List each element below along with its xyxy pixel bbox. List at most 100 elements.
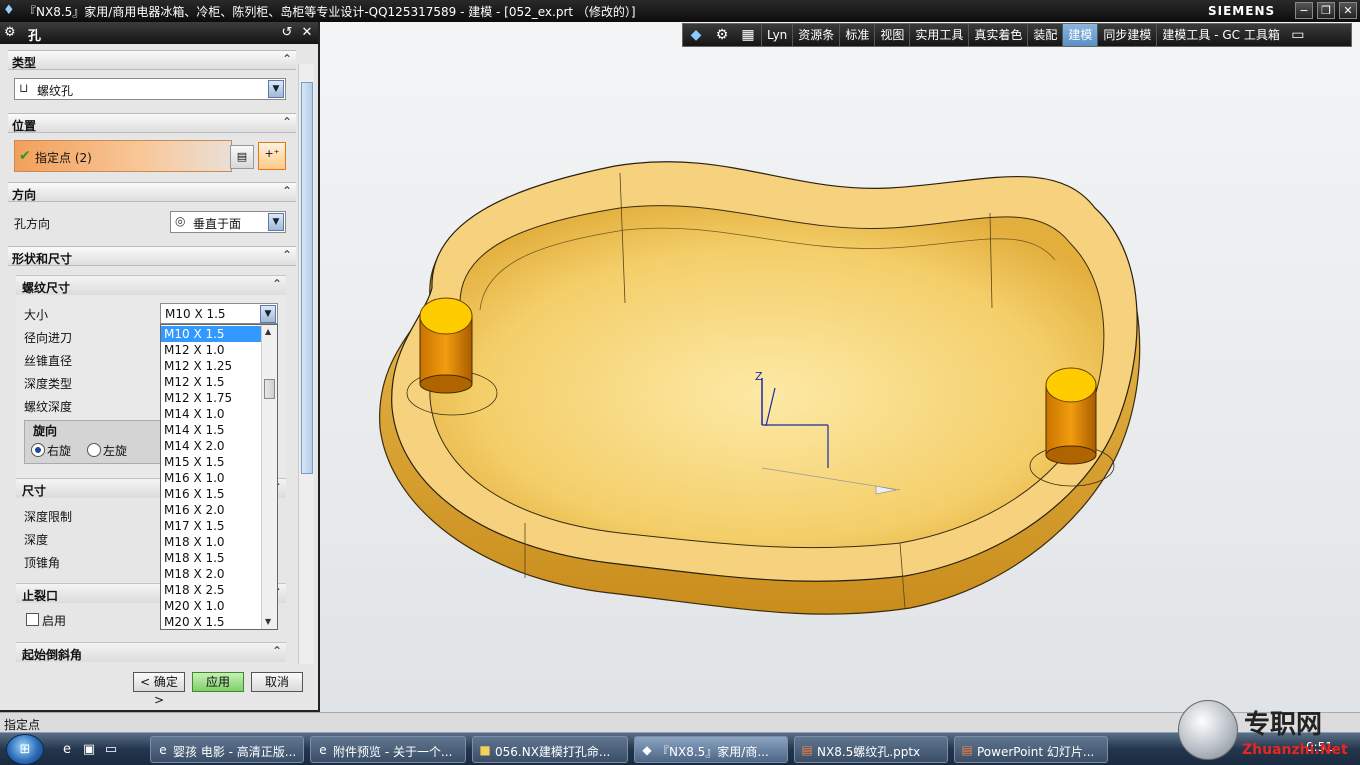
section-shape-label: 形状和尺寸 — [12, 252, 73, 266]
size-option[interactable]: M16 X 1.0 — [161, 470, 261, 486]
watermark-text: 专职网 — [1244, 710, 1323, 740]
size-option[interactable]: M16 X 2.0 — [161, 502, 261, 518]
dialog-scroll-thumb[interactable] — [301, 82, 313, 474]
axis-z-label: Z — [755, 370, 763, 383]
tab-gc-toolbox[interactable]: 建模工具 - GC 工具箱 — [1156, 24, 1284, 46]
minimize-button[interactable]: − — [1295, 2, 1313, 19]
size-option[interactable]: M18 X 2.5 — [161, 582, 261, 598]
subsection-start-chamfer[interactable]: 起始倒斜角 ⌃ — [16, 642, 286, 662]
task-item-movie[interactable]: e 婴孩 电影 - 高清正版... — [150, 736, 304, 763]
nx-logo-icon[interactable]: ◆ — [683, 24, 709, 46]
tab-resource-bar[interactable]: 资源条 — [792, 24, 839, 46]
tip-angle-label: 顶锥角 — [24, 556, 61, 570]
size-option[interactable]: M12 X 1.75 — [161, 390, 261, 406]
chevron-down-icon[interactable]: ▼ — [268, 213, 284, 231]
tap-drill-label: 丝锥直径 — [24, 354, 73, 368]
desktop-icon[interactable]: ▭ — [102, 741, 120, 759]
size-option[interactable]: M10 X 1.5 — [161, 326, 261, 342]
tab-modeling[interactable]: 建模 — [1062, 24, 1098, 46]
section-shape[interactable]: 形状和尺寸 ⌃ — [8, 246, 296, 266]
list-scrollbar[interactable]: ▲ ▼ — [261, 325, 277, 629]
tab-view[interactable]: 视图 — [874, 24, 909, 46]
section-direction-label: 方向 — [12, 188, 37, 202]
size-option[interactable]: M15 X 1.5 — [161, 454, 261, 470]
powerpoint-icon: ▤ — [961, 743, 973, 757]
size-option[interactable]: M20 X 1.5 — [161, 614, 261, 629]
size-value: M10 X 1.5 — [165, 307, 226, 321]
task-item-slideshow[interactable]: ▤ PowerPoint 幻灯片... — [954, 736, 1108, 763]
collapse-icon[interactable]: ⌃ — [272, 644, 282, 658]
size-option[interactable]: M20 X 1.0 — [161, 598, 261, 614]
sketch-icon[interactable]: ▤ — [230, 145, 254, 169]
collapse-icon[interactable]: ⌃ — [282, 184, 292, 198]
task-item-nx[interactable]: ◆ 『NX8.5』家用/商... — [634, 736, 788, 763]
reset-icon[interactable]: ↺ — [278, 24, 296, 42]
explorer-icon[interactable]: ▣ — [80, 741, 98, 759]
close-icon[interactable]: ✕ — [298, 24, 316, 42]
point-dialog-icon[interactable]: +⁺ — [258, 142, 286, 170]
cancel-button[interactable]: 取消 — [251, 672, 303, 692]
start-button[interactable]: ⊞ — [6, 734, 44, 765]
chevron-down-icon[interactable]: ▼ — [268, 80, 284, 98]
size-option[interactable]: M14 X 1.0 — [161, 406, 261, 422]
ok-button[interactable]: < 确定 > — [133, 672, 185, 707]
size-option[interactable]: M18 X 1.5 — [161, 550, 261, 566]
taskbar: ⊞ e ▣ ▭ e 婴孩 电影 - 高清正版... e 附件预览 - 关于一个...… — [0, 732, 1360, 765]
task-item-folder[interactable]: ■ 056.NX建模打孔命... — [472, 736, 628, 763]
size-select[interactable]: M10 X 1.5 ▼ — [160, 303, 278, 324]
tab-assembly[interactable]: 装配 — [1027, 24, 1062, 46]
section-direction[interactable]: 方向 ⌃ — [8, 182, 296, 202]
size-option[interactable]: M14 X 2.0 — [161, 438, 261, 454]
close-button[interactable]: ✕ — [1339, 2, 1357, 19]
section-position[interactable]: 位置 ⌃ — [8, 113, 296, 133]
enable-relief-checkbox[interactable] — [26, 613, 39, 626]
size-option[interactable]: M12 X 1.25 — [161, 358, 261, 374]
subsection-thread-size[interactable]: 螺纹尺寸 ⌃ — [16, 275, 286, 295]
restore-button[interactable]: ❐ — [1317, 2, 1335, 19]
hole-type-select[interactable]: ⊔ 螺纹孔 ▼ — [14, 78, 286, 100]
size-option[interactable]: M12 X 1.5 — [161, 374, 261, 390]
right-hand-radio[interactable] — [31, 443, 45, 457]
specify-point-row[interactable]: ✔ 指定点 (2) — [14, 140, 232, 172]
dialog-scrollbar[interactable] — [298, 64, 314, 664]
gear-icon[interactable]: ⚙ — [709, 24, 735, 46]
nx-app-icon[interactable]: ♦ — [3, 3, 19, 19]
size-option[interactable]: M14 X 1.5 — [161, 422, 261, 438]
apply-button[interactable]: 应用 — [192, 672, 244, 692]
dialog-title: 孔 — [28, 29, 42, 44]
hole-direction-label: 孔方向 — [14, 217, 51, 231]
task-item-attachment[interactable]: e 附件预览 - 关于一个... — [310, 736, 466, 763]
depth-limit-label: 深度限制 — [24, 510, 73, 524]
left-hand-radio[interactable] — [87, 443, 101, 457]
soccer-ball-icon — [1178, 700, 1238, 760]
tab-lyn[interactable]: Lyn — [761, 24, 792, 46]
collapse-icon[interactable]: ⌃ — [282, 115, 292, 129]
task-item-pptx[interactable]: ▤ NX8.5螺纹孔.pptx — [794, 736, 948, 763]
scroll-up-icon[interactable]: ▲ — [265, 327, 271, 336]
scroll-down-icon[interactable]: ▼ — [265, 617, 271, 626]
chevron-down-icon[interactable]: ▼ — [260, 305, 276, 323]
section-type[interactable]: 类型 ⌃ — [8, 50, 296, 70]
tab-standard[interactable]: 标准 — [839, 24, 874, 46]
size-option[interactable]: M18 X 2.0 — [161, 566, 261, 582]
size-option[interactable]: M18 X 1.0 — [161, 534, 261, 550]
model-viewport[interactable]: Z — [320, 48, 1360, 712]
section-position-label: 位置 — [12, 119, 37, 133]
tab-true-shading[interactable]: 真实着色 — [968, 24, 1027, 46]
hole-direction-select[interactable]: ◎ 垂直于面 ▼ — [170, 211, 286, 233]
ie-icon[interactable]: e — [58, 741, 76, 759]
collapse-icon[interactable]: ⌃ — [272, 277, 282, 291]
size-option[interactable]: M12 X 1.0 — [161, 342, 261, 358]
grid-icon[interactable]: ▦ — [735, 24, 761, 46]
tab-utilities[interactable]: 实用工具 — [909, 24, 968, 46]
tab-sync-modeling[interactable]: 同步建模 — [1097, 24, 1156, 46]
list-scroll-thumb[interactable] — [264, 379, 275, 399]
size-option[interactable]: M16 X 1.5 — [161, 486, 261, 502]
size-option[interactable]: M17 X 1.5 — [161, 518, 261, 534]
collapse-icon[interactable]: ⌃ — [282, 52, 292, 66]
size-dropdown-list[interactable]: ▲ ▼ M10 X 1.5 M12 X 1.0 M12 X 1.25 M12 X 1.… — [160, 324, 278, 630]
hole-dialog: ⚙ 孔 ↺ ✕ 类型 ⌃ ⊔ 螺纹孔 ▼ 位置 ⌃ ✔ 指定点 (2) ▤ +⁺… — [0, 22, 320, 712]
toolbar-menu-icon[interactable]: ▭ — [1285, 24, 1311, 46]
collapse-icon[interactable]: ⌃ — [282, 248, 292, 262]
brand-logo: SIEMENS — [1208, 4, 1276, 18]
